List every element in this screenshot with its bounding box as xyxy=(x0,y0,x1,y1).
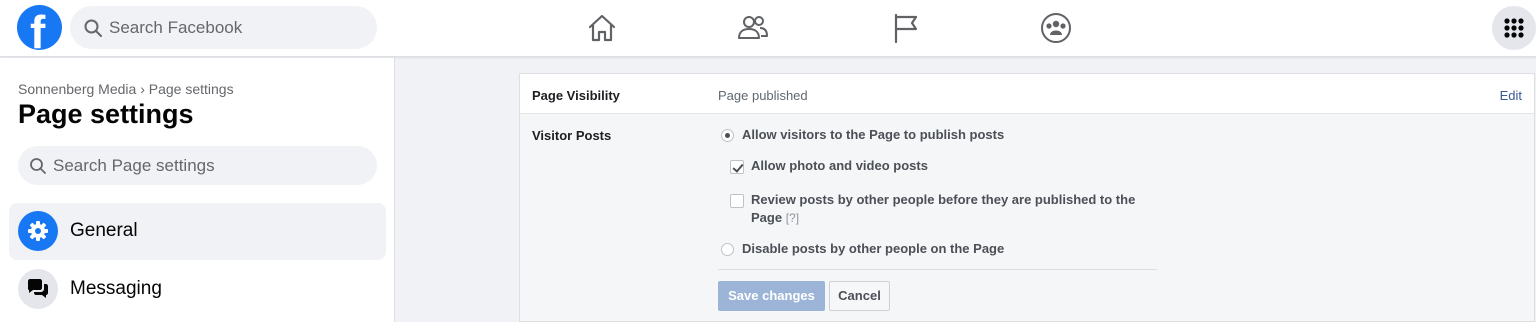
groups-icon[interactable] xyxy=(1038,10,1074,46)
search-placeholder: Search Facebook xyxy=(109,18,243,37)
disable-posts-radio[interactable] xyxy=(721,243,734,256)
allow-posts-radio[interactable] xyxy=(721,129,734,142)
review-posts-page-word: Page xyxy=(751,210,783,225)
page-visibility-label: Page Visibility xyxy=(532,88,620,103)
search-icon xyxy=(84,19,102,37)
save-changes-button[interactable]: Save changes xyxy=(718,281,825,311)
visitor-posts-label: Visitor Posts xyxy=(532,128,612,143)
facebook-logo-letter: f xyxy=(30,6,46,50)
review-posts-label-line2[interactable]: Page [?] xyxy=(751,209,799,227)
photo-video-label[interactable]: Allow photo and video posts xyxy=(751,157,928,175)
page-visibility-row[interactable]: Page Visibility Page published Edit xyxy=(520,74,1534,114)
top-navigation-bar: f Search Facebook xyxy=(0,0,1536,57)
settings-panel: Page Visibility Page published Edit Visi… xyxy=(519,73,1535,322)
disable-posts-label[interactable]: Disable posts by other people on the Pag… xyxy=(742,240,1004,258)
facebook-search-input[interactable]: Search Facebook xyxy=(70,6,377,49)
page-title: Page settings xyxy=(18,99,194,129)
review-posts-checkbox[interactable] xyxy=(730,194,744,208)
sidebar-item-general[interactable]: General xyxy=(9,203,386,260)
home-icon[interactable] xyxy=(584,10,620,46)
menu-button[interactable] xyxy=(1492,6,1536,50)
page-visibility-value: Page published xyxy=(718,88,808,103)
sidebar-item-label: Messaging xyxy=(70,278,162,299)
facebook-logo[interactable]: f xyxy=(17,5,62,50)
chat-bubbles-icon xyxy=(18,269,58,309)
sidebar-item-label: General xyxy=(70,220,138,241)
search-icon xyxy=(30,158,46,174)
divider xyxy=(718,269,1157,270)
sidebar-item-messaging[interactable]: Messaging xyxy=(9,261,386,318)
friends-icon[interactable] xyxy=(735,10,771,46)
settings-search-input[interactable]: Search Page settings xyxy=(18,146,377,185)
cancel-button[interactable]: Cancel xyxy=(829,281,890,311)
breadcrumb[interactable]: Sonnenberg Media › Page settings xyxy=(18,81,234,97)
pages-flag-icon[interactable] xyxy=(887,10,923,46)
grid-menu-icon xyxy=(1504,18,1524,38)
allow-posts-label[interactable]: Allow visitors to the Page to publish po… xyxy=(742,126,1004,144)
settings-sidebar: Sonnenberg Media › Page settings Page se… xyxy=(0,58,395,322)
edit-visibility-link[interactable]: Edit xyxy=(1500,88,1522,103)
settings-search-placeholder: Search Page settings xyxy=(53,156,215,175)
photo-video-checkbox[interactable] xyxy=(730,160,744,174)
help-link[interactable]: [?] xyxy=(786,211,799,225)
gear-icon xyxy=(18,211,58,251)
review-posts-label-line1[interactable]: Review posts by other people before they… xyxy=(751,191,1135,209)
